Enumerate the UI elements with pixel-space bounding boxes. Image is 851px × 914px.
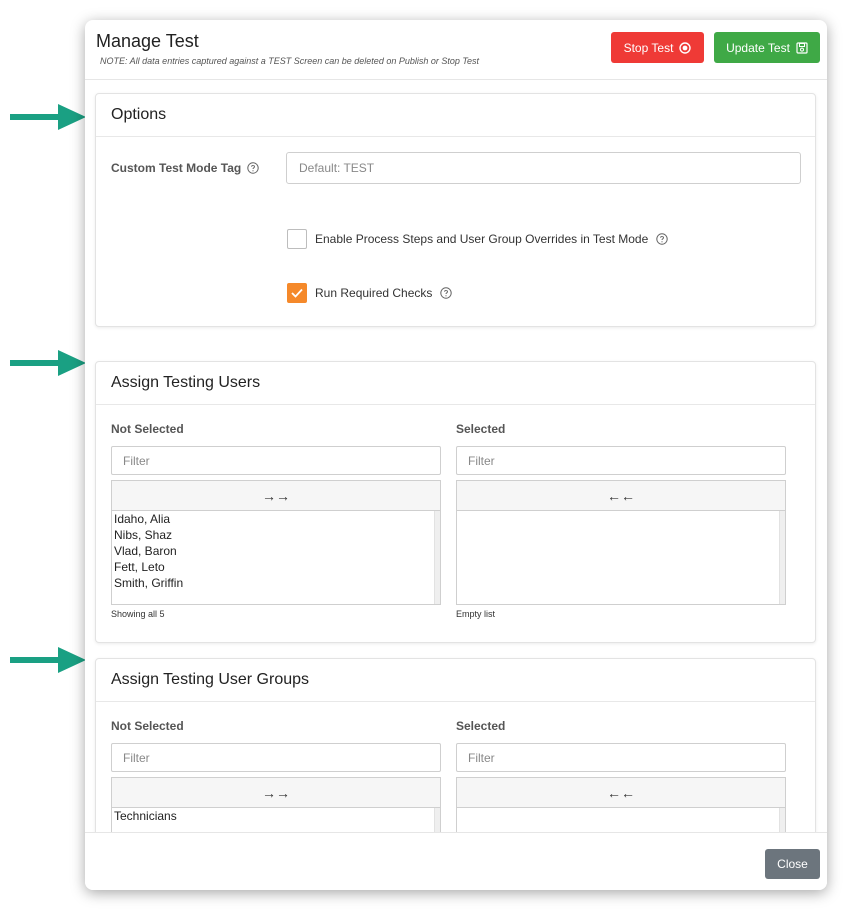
required-checkbox[interactable] xyxy=(287,283,307,303)
override-checkbox[interactable] xyxy=(287,229,307,249)
annotation-arrow-icon xyxy=(10,104,86,130)
update-test-label: Update Test xyxy=(726,40,790,55)
checkmark-icon xyxy=(291,288,303,298)
groups-not-selected-label: Not Selected xyxy=(111,719,184,733)
groups-not-selected-filter[interactable] xyxy=(111,743,441,772)
users-selected-filter[interactable] xyxy=(456,446,786,475)
stop-test-button[interactable]: Stop Test xyxy=(611,32,704,63)
users-move-all-right-button[interactable]: →→ xyxy=(111,480,441,510)
manage-test-modal: Manage Test NOTE: All data entries captu… xyxy=(85,20,827,890)
groups-move-all-right-button[interactable]: →→ xyxy=(111,777,441,807)
users-not-selected-filter[interactable] xyxy=(111,446,441,475)
custom-tag-label: Custom Test Mode Tag xyxy=(111,161,259,175)
users-not-selected-list[interactable]: Idaho, Alia Nibs, Shaz Vlad, Baron Fett, Le… xyxy=(111,510,441,605)
save-icon xyxy=(796,41,808,54)
groups-not-selected-list[interactable]: Technicians xyxy=(111,807,441,832)
annotation-arrow-icon xyxy=(10,647,86,673)
list-item[interactable]: Fett, Leto xyxy=(112,559,440,575)
users-header: Assign Testing Users xyxy=(96,362,815,405)
question-circle-icon[interactable] xyxy=(656,233,668,245)
users-move-all-left-button[interactable]: ←← xyxy=(456,480,786,510)
annotation-arrow-icon xyxy=(10,350,86,376)
modal-header: Manage Test NOTE: All data entries captu… xyxy=(85,20,827,80)
groups-selected-filter[interactable] xyxy=(456,743,786,772)
stop-test-label: Stop Test xyxy=(623,40,674,55)
options-card: Options Custom Test Mode Tag Enable Proc… xyxy=(95,93,816,327)
custom-tag-input[interactable] xyxy=(286,152,801,184)
groups-card: Assign Testing User Groups Not Selected … xyxy=(95,658,816,832)
close-button[interactable]: Close xyxy=(765,849,820,879)
groups-header: Assign Testing User Groups xyxy=(96,659,815,702)
users-selected-label: Selected xyxy=(456,422,506,436)
modal-footer: Close xyxy=(85,832,827,890)
groups-selected-label: Selected xyxy=(456,719,506,733)
list-item[interactable]: Smith, Griffin xyxy=(112,575,440,591)
override-label: Enable Process Steps and User Group Over… xyxy=(315,232,649,246)
question-circle-icon[interactable] xyxy=(247,162,259,174)
list-item[interactable]: Vlad, Baron xyxy=(112,543,440,559)
question-circle-icon[interactable] xyxy=(440,287,453,299)
modal-body[interactable]: Options Custom Test Mode Tag Enable Proc… xyxy=(85,80,827,832)
required-label: Run Required Checks xyxy=(315,286,433,300)
list-item[interactable]: Technicians xyxy=(112,808,440,824)
options-header: Options xyxy=(96,94,815,137)
groups-move-all-left-button[interactable]: ←← xyxy=(456,777,786,807)
override-check-row: Enable Process Steps and User Group Over… xyxy=(287,229,668,249)
users-selected-status: Empty list xyxy=(456,609,496,619)
list-item[interactable]: Idaho, Alia xyxy=(112,511,440,527)
custom-tag-label-text: Custom Test Mode Tag xyxy=(111,161,242,175)
modal-title: Manage Test xyxy=(96,31,199,51)
users-not-selected-label: Not Selected xyxy=(111,422,184,436)
users-selected-list[interactable] xyxy=(456,510,786,605)
users-card: Assign Testing Users Not Selected Select… xyxy=(95,361,816,643)
modal-note: NOTE: All data entries captured against … xyxy=(100,56,480,66)
groups-selected-list[interactable] xyxy=(456,807,786,832)
stop-circle-icon xyxy=(679,41,692,54)
list-item[interactable]: Nibs, Shaz xyxy=(112,527,440,543)
users-not-selected-status: Showing all 5 xyxy=(111,609,165,619)
required-check-row: Run Required Checks xyxy=(287,283,453,303)
update-test-button[interactable]: Update Test xyxy=(714,32,820,63)
